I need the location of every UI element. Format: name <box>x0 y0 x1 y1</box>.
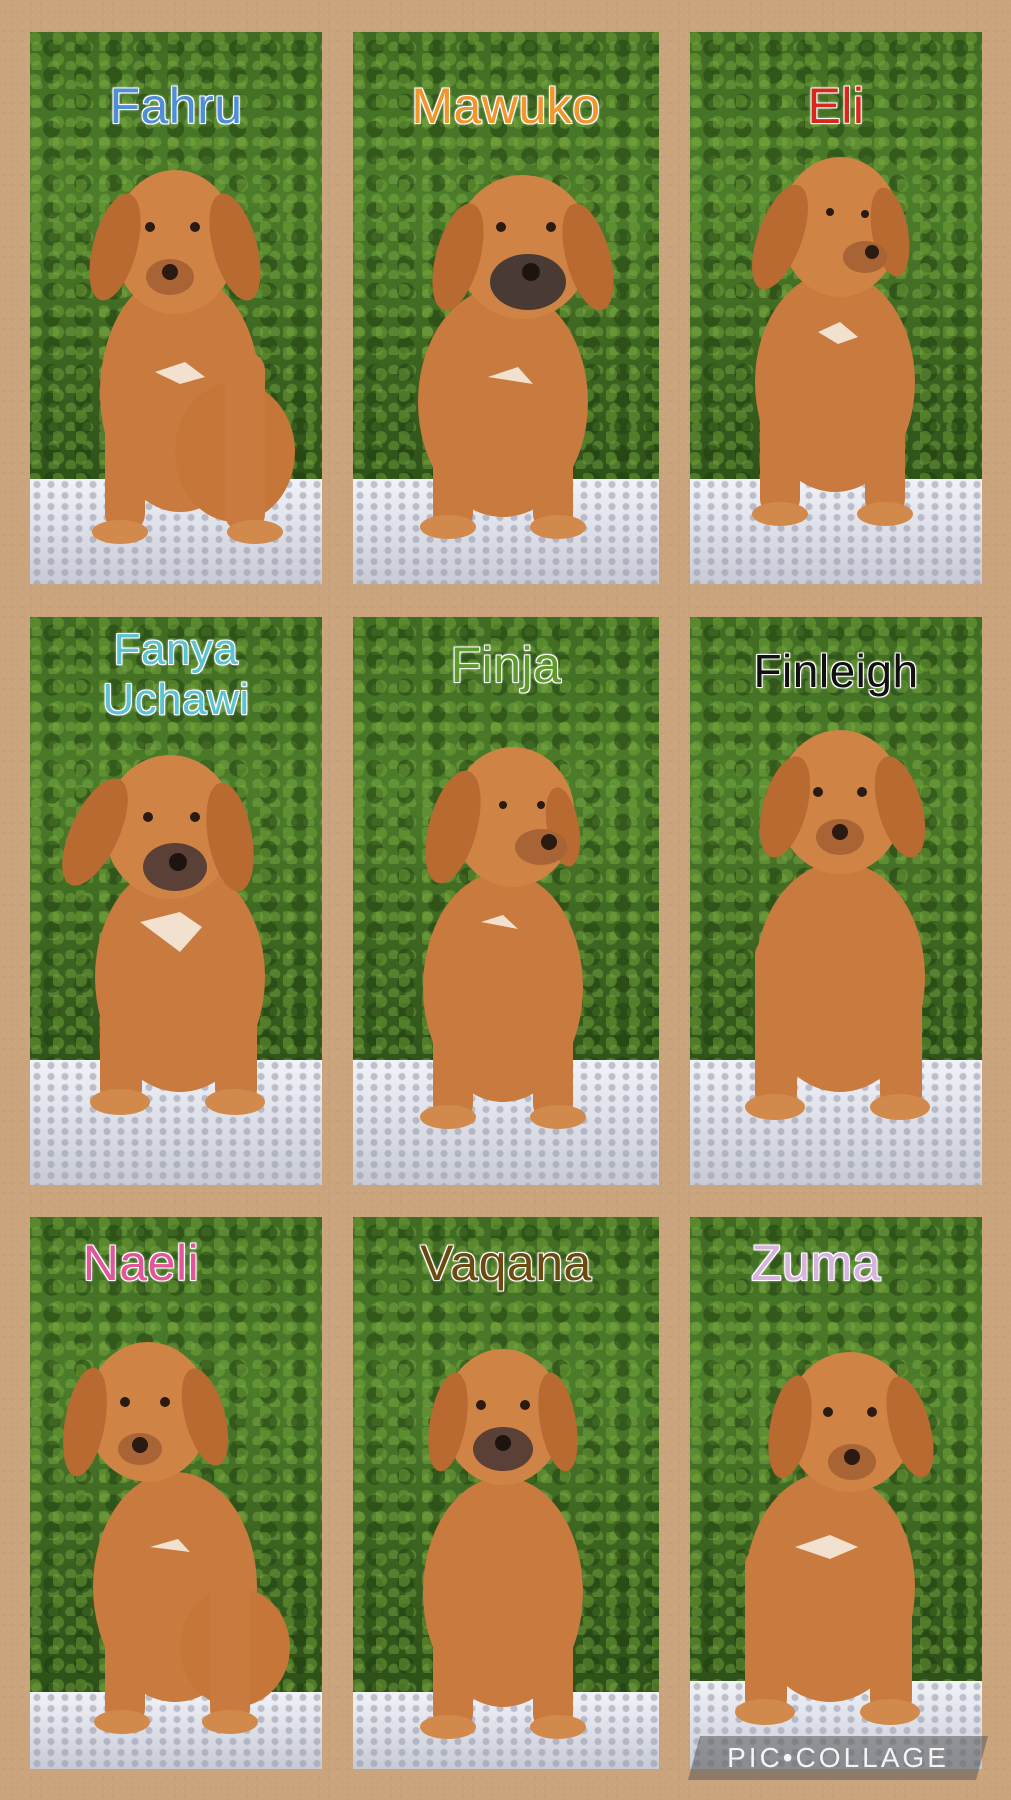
puppy-figure <box>63 1342 290 1734</box>
puppy-figure <box>745 730 930 1120</box>
puppy-photo-fanya-uchawi: Fanya Uchawi <box>30 617 322 1185</box>
puppy-name-label: Fahru <box>109 78 243 134</box>
puppy-photo-naeli: Naeli <box>30 1217 322 1769</box>
pic-collage-watermark: PIC•COLLAGE <box>688 1736 988 1780</box>
puppy-photo-finja: Finja <box>353 617 659 1185</box>
puppy-name-label: Finja <box>450 637 562 693</box>
puppy-photo-eli: Eli <box>690 32 982 584</box>
puppy-figure <box>420 1349 586 1739</box>
puppy-name-label: Vaqana <box>420 1235 592 1291</box>
puppy-name-label: Naeli <box>82 1235 200 1291</box>
puppy-name-label: Zuma <box>751 1235 881 1291</box>
photo-collage: Fahru Mawuko Eli Fanya Uchawi Finja Finl… <box>0 0 1011 1800</box>
puppy-name-label: Finleigh <box>753 645 919 698</box>
puppy-photo-fahru: Fahru <box>30 32 322 584</box>
puppy-photo-mawuko: Mawuko <box>353 32 659 584</box>
puppy-photo-vaqana: Vaqana <box>353 1217 659 1769</box>
puppy-figure <box>420 747 586 1129</box>
puppy-name-label: Eli <box>807 78 865 134</box>
puppy-figure <box>735 1352 934 1725</box>
puppy-name-label: Mawuko <box>411 78 601 134</box>
puppy-photo-zuma: Zuma <box>690 1217 982 1769</box>
puppy-name-label: Fanya Uchawi <box>102 625 250 725</box>
puppy-photo-finleigh: Finleigh <box>690 617 982 1185</box>
